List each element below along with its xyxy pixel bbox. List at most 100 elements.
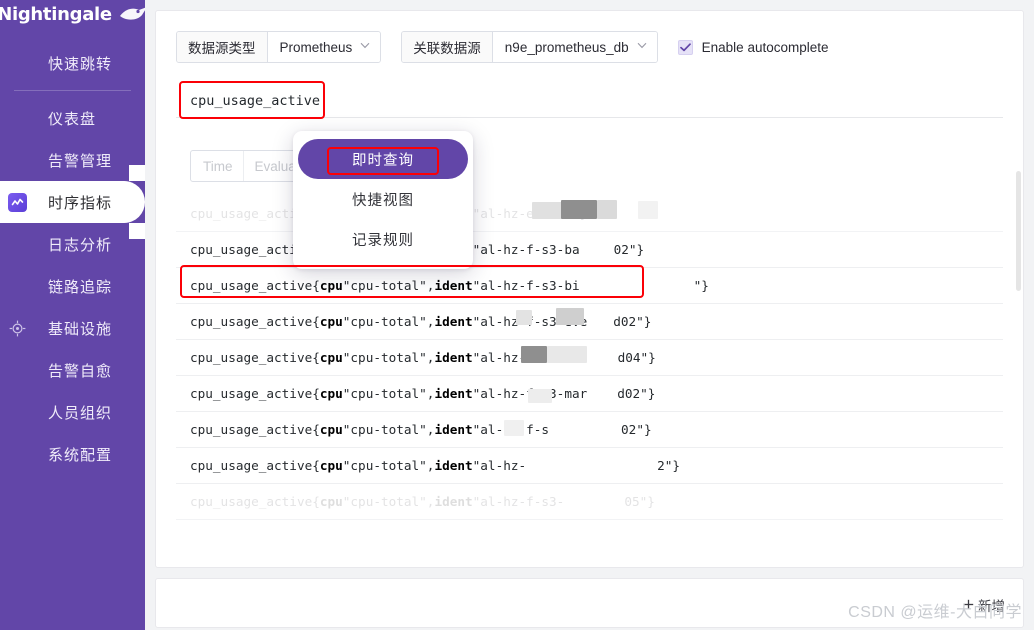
dropdown-item-quick-view[interactable]: 快捷视图 xyxy=(293,179,473,219)
result-key-cpu: cpu xyxy=(319,458,343,473)
result-text-tail: 02"} xyxy=(621,422,652,437)
result-key-ident: ident xyxy=(434,278,473,293)
promql-query-value: cpu_usage_active xyxy=(190,92,321,109)
redaction-smudge xyxy=(504,420,524,436)
dropdown-item-label: 记录规则 xyxy=(352,232,414,249)
result-val-cpu: "cpu-total", xyxy=(342,386,435,401)
promql-query-input[interactable]: cpu_usage_active xyxy=(176,84,1003,118)
sidebar-item-alert-management[interactable]: 告警管理 xyxy=(0,139,145,181)
sidebar-item-label: 仪表盘 xyxy=(48,110,97,128)
datasource-link-select[interactable]: n9e_prometheus_db xyxy=(492,32,657,62)
datasource-link-value: n9e_prometheus_db xyxy=(504,39,629,55)
list-item[interactable]: cpu_usage_active{cpu"cpu-total", ident"a… xyxy=(176,340,1003,376)
sidebar-item-log-analysis[interactable]: 日志分析 xyxy=(0,223,145,265)
list-item[interactable]: cpu_usage_active{cpu"cpu-total", ident"a… xyxy=(176,304,1003,340)
sidebar-item-infrastructure[interactable]: 基础设施 xyxy=(0,307,145,349)
sidebar-item-alert-self-healing[interactable]: 告警自愈 xyxy=(0,349,145,391)
sidebar-item-label: 链路追踪 xyxy=(48,278,113,296)
result-val-cpu: "cpu-total", xyxy=(342,458,435,473)
dropdown-item-label: 快捷视图 xyxy=(352,192,414,209)
datasource-type-select[interactable]: Prometheus xyxy=(267,32,381,62)
result-val-cpu: "cpu-total", xyxy=(342,494,435,509)
redaction-smudge xyxy=(638,201,658,219)
chevron-down-icon xyxy=(360,42,370,52)
add-button[interactable]: 新增 xyxy=(963,595,1005,615)
bird-icon xyxy=(118,5,145,23)
sidebar-item-label: 时序指标 xyxy=(48,194,113,212)
redaction-smudge xyxy=(516,310,532,325)
sidebar-item-label: 系统配置 xyxy=(48,446,113,464)
result-key-cpu: cpu xyxy=(319,422,343,437)
result-text-tail: d04"} xyxy=(617,350,656,365)
result-key-cpu: cpu xyxy=(319,314,343,329)
datasource-link-group: 关联数据源 n9e_prometheus_db xyxy=(401,31,658,63)
main-content: 数据源类型 Prometheus 关联数据源 n9e_prometheus_db xyxy=(145,0,1034,630)
result-text-tail: d02"} xyxy=(613,314,652,329)
result-text-tail: 05"} xyxy=(624,494,655,509)
sidebar-item-label: 快速跳转 xyxy=(48,55,113,73)
datasource-type-group: 数据源类型 Prometheus xyxy=(176,31,382,63)
dropdown-item-instant-query[interactable]: 即时查询 xyxy=(298,139,468,179)
datasource-type-value: Prometheus xyxy=(279,39,353,55)
plus-icon xyxy=(963,598,974,613)
sidebar-item-label: 日志分析 xyxy=(48,236,113,254)
redaction-smudge xyxy=(532,202,562,219)
list-item[interactable]: cpu_usage_active{cpu"cpu-total", ident"a… xyxy=(176,376,1003,412)
sidebar-item-quick-jump[interactable]: 快速跳转 xyxy=(0,42,145,84)
result-val-ident: "al-hz-f-s3- xyxy=(472,494,565,509)
sidebar-item-system-settings[interactable]: 系统配置 xyxy=(0,433,145,475)
app-logo[interactable]: Nightingale xyxy=(0,0,145,26)
result-key-ident: ident xyxy=(434,494,473,509)
app-logo-text: Nightingale xyxy=(0,3,112,25)
result-key-ident: ident xyxy=(434,314,473,329)
sidebar-item-metrics[interactable]: 时序指标 xyxy=(0,165,145,239)
results-scrollbar[interactable] xyxy=(1016,171,1021,291)
query-mode-dropdown: 即时查询 快捷视图 记录规则 xyxy=(293,131,473,269)
enable-autocomplete-label: Enable autocomplete xyxy=(701,39,829,55)
result-text-prefix: cpu_usage_active{ xyxy=(190,278,320,293)
result-val-ident: "al-hz- xyxy=(472,458,527,473)
dropdown-item-recording-rules[interactable]: 记录规则 xyxy=(293,219,473,259)
result-key-cpu: cpu xyxy=(319,386,343,401)
datasource-link-label: 关联数据源 xyxy=(402,32,493,62)
sidebar-item-tracing[interactable]: 链路追踪 xyxy=(0,265,145,307)
dropdown-item-label: 即时查询 xyxy=(352,152,414,169)
sidebar: Nightingale 快速跳转 仪表盘 告警管理 时序指标 日志分析 链路追踪… xyxy=(0,0,145,630)
redaction-smudge xyxy=(561,200,597,219)
result-key-cpu: cpu xyxy=(319,350,343,365)
result-val-cpu: "cpu-total", xyxy=(342,350,435,365)
result-text-tail: 02"} xyxy=(613,242,645,257)
result-text-prefix: cpu_usage_active{ xyxy=(190,458,320,473)
result-key-ident: ident xyxy=(434,350,473,365)
redaction-smudge xyxy=(528,389,552,403)
result-key-cpu: cpu xyxy=(319,278,343,293)
redaction-smudge xyxy=(547,346,587,363)
result-text-tail: 2"} xyxy=(657,458,681,473)
redaction-smudge xyxy=(556,308,584,325)
list-item[interactable]: cpu_usage_active{cpu"cpu-total", ident"a… xyxy=(176,412,1003,448)
result-text-prefix: cpu_usage_active{ xyxy=(190,350,320,365)
result-text-tail: d02"} xyxy=(617,386,656,401)
sidebar-item-dashboard[interactable]: 仪表盘 xyxy=(0,97,145,139)
chevron-down-icon xyxy=(637,42,647,52)
sidebar-item-personnel[interactable]: 人员组织 xyxy=(0,391,145,433)
checkmark-icon xyxy=(677,39,693,55)
enable-autocomplete-checkbox[interactable]: Enable autocomplete xyxy=(677,39,829,55)
sidebar-item-label: 告警管理 xyxy=(48,152,113,170)
redaction-smudge xyxy=(597,200,617,219)
result-val-ident: "al-hz-f-s3-ba xyxy=(472,242,580,257)
line-chart-icon xyxy=(6,191,28,213)
result-val-ident: "al-hz-f-s3-bi xyxy=(472,278,580,293)
list-item[interactable]: cpu_usage_active{cpu"cpu-total", ident"a… xyxy=(176,484,1003,520)
datasource-type-label: 数据源类型 xyxy=(177,32,268,62)
list-item[interactable]: cpu_usage_active{cpu"cpu-total", ident"a… xyxy=(176,448,1003,484)
result-val-cpu: "cpu-total", xyxy=(342,422,435,437)
sidebar-item-label: 基础设施 xyxy=(48,320,113,338)
result-text-tail: "} xyxy=(693,278,709,293)
explore-panel: 数据源类型 Prometheus 关联数据源 n9e_prometheus_db xyxy=(155,10,1024,568)
result-key-cpu: cpu xyxy=(319,494,343,509)
sidebar-divider xyxy=(14,90,131,91)
list-item[interactable]: cpu_usage_active{cpu"cpu-total", ident"a… xyxy=(176,268,1003,304)
result-key-ident: ident xyxy=(434,458,473,473)
sidebar-item-label: 告警自愈 xyxy=(48,362,113,380)
